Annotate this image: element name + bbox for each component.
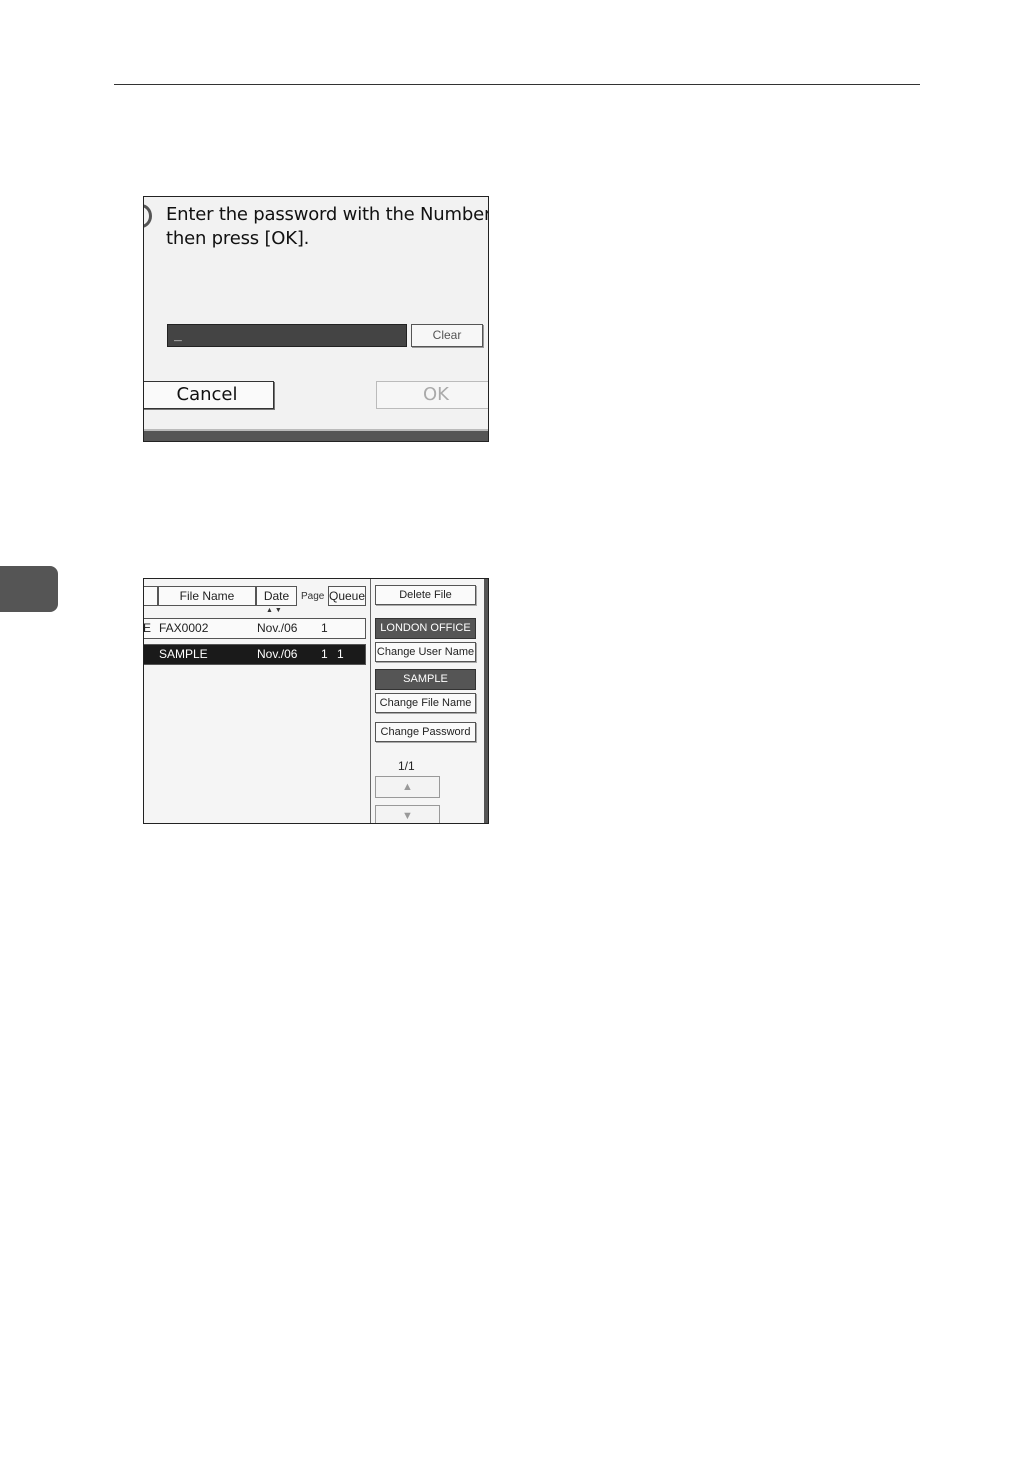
row-queue: 1 [337, 647, 344, 661]
sort-arrows-icon[interactable]: ▲▼ [266, 607, 284, 614]
triangle-up-icon: ▲ [402, 781, 413, 793]
dialog-prompt: Enter the password with the Number keys,… [166, 204, 489, 249]
delete-file-button[interactable]: Delete File [375, 585, 476, 605]
change-password-button[interactable]: Change Password [375, 722, 476, 742]
row-prefix: E [143, 621, 152, 635]
change-user-name-button[interactable]: Change User Name [375, 642, 476, 662]
table-row-selected[interactable]: SAMPLE Nov./06 1 1 [144, 644, 366, 665]
file-list-panel: File Name Date Page Queue ▲▼ E FAX0002 N… [143, 578, 489, 824]
row-file-name: FAX0002 [159, 621, 209, 635]
change-file-name-button[interactable]: Change File Name [375, 693, 476, 713]
column-date[interactable]: Date [256, 586, 297, 606]
ok-button[interactable]: OK [376, 381, 488, 409]
file-name-display: SAMPLE [375, 669, 476, 690]
password-dialog: Enter the password with the Number keys,… [143, 196, 489, 442]
cancel-button[interactable]: Cancel [144, 381, 274, 409]
triangle-down-icon: ▼ [402, 810, 413, 822]
row-date: Nov./06 [257, 621, 298, 635]
scroll-down-button[interactable]: ▼ [375, 805, 440, 823]
panel-divider [370, 579, 371, 823]
row-page: 1 [321, 621, 328, 635]
row-file-name: SAMPLE [159, 647, 208, 661]
user-name-display: LONDON OFFICE [375, 618, 476, 639]
row-page: 1 [321, 647, 328, 661]
scrollbar-edge [484, 579, 488, 823]
password-field[interactable]: _ [167, 324, 407, 347]
scroll-up-button[interactable]: ▲ [375, 776, 440, 798]
table-row[interactable]: E FAX0002 Nov./06 1 [143, 618, 366, 639]
chapter-tab [0, 566, 58, 612]
clear-button[interactable]: Clear [411, 324, 483, 347]
row-date: Nov./06 [257, 647, 298, 661]
column-page: Page [301, 591, 325, 602]
status-bar [144, 429, 488, 441]
page-indicator: 1/1 [398, 759, 415, 773]
question-icon [144, 204, 152, 228]
column-file-name[interactable]: File Name [158, 586, 256, 606]
column-header-left[interactable] [144, 586, 158, 606]
header-rule [114, 84, 920, 85]
column-queue[interactable]: Queue [328, 586, 366, 606]
